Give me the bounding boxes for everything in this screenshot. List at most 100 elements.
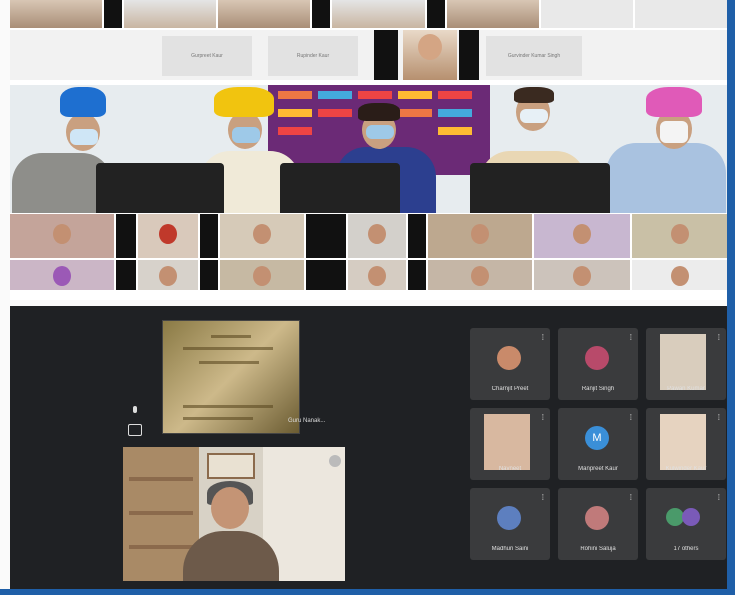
participant-tile[interactable]: ⁞ Kulwinder Kaur <box>646 408 726 480</box>
avatar <box>660 414 706 470</box>
turban <box>646 87 702 117</box>
participant-name: Ranjit Singh <box>581 386 615 392</box>
laptop <box>470 163 610 213</box>
mic-off-icon: ⁞ <box>541 413 544 422</box>
participant-thumbnail <box>220 214 304 258</box>
shared-screen[interactable] <box>162 320 300 434</box>
participant-thumbnail <box>10 260 114 290</box>
participant-thumbnail <box>10 214 114 258</box>
participant-tile[interactable]: ⁞ Navneet <box>470 408 550 480</box>
avatar <box>585 506 609 530</box>
thumbnail-divider <box>200 260 218 290</box>
participant-tile[interactable]: ⁞ Ranjit Singh <box>558 328 638 400</box>
participant-tiles: ⁞ Charnjit Preet ⁞ Ranjit Singh ⁞ Pawan … <box>470 328 727 568</box>
participant-name: Manpreet Kaur <box>578 466 618 472</box>
avatar <box>682 508 700 526</box>
participant-thumbnail <box>446 0 539 28</box>
thumbnail-divider <box>200 214 218 258</box>
video-meeting-view: Guru Nanak... ⁞ Charnjit Preet ⁞ Ranjit … <box>10 306 727 589</box>
participant-thumbnail <box>634 0 727 28</box>
participant-thumbnail <box>534 214 630 258</box>
participant-name: 17 others <box>673 546 699 552</box>
participant-thumbnail <box>218 0 311 28</box>
participant-name: Charnjit Preet <box>491 386 529 392</box>
more-options-icon[interactable] <box>329 455 341 467</box>
speaker-video[interactable] <box>123 447 345 581</box>
shared-screen-caption: Guru Nanak... <box>288 418 326 424</box>
face-mask <box>660 121 688 143</box>
participant-tile[interactable]: ⁞ Pawan Kumar <box>646 328 726 400</box>
mic-off-icon: ⁞ <box>629 333 632 342</box>
face-mask <box>232 127 260 143</box>
participant-thumbnail <box>124 0 217 28</box>
mic-off-icon: ⁞ <box>629 493 632 502</box>
avatar <box>660 334 706 390</box>
microphone-icon[interactable] <box>130 406 140 418</box>
thumbnail-divider <box>312 0 331 28</box>
avatar: M <box>585 426 609 450</box>
avatar <box>497 346 521 370</box>
mic-off-icon: ⁞ <box>541 333 544 342</box>
turban <box>60 87 106 117</box>
participant-thumbnail <box>428 214 532 258</box>
participant-thumbnail <box>332 0 425 28</box>
participant-thumbnail <box>534 260 630 290</box>
mic-off-icon: ⁞ <box>629 413 632 422</box>
hair <box>514 87 554 103</box>
participant-thumbnail <box>138 260 198 290</box>
participant-name: Rohini Saluja <box>580 546 616 552</box>
camera-icon[interactable] <box>128 424 142 436</box>
thumbnail-divider <box>306 214 346 258</box>
participant-video <box>403 30 457 80</box>
participant-name: Navneet <box>498 466 522 472</box>
face-mask <box>520 109 548 123</box>
avatar <box>585 346 609 370</box>
panelist <box>606 143 726 213</box>
participant-tile[interactable]: ⁞ Madhuri Saini <box>470 488 550 560</box>
avatar <box>497 506 521 530</box>
thumbnail-divider <box>306 260 346 290</box>
frame-border <box>0 589 735 595</box>
thumbnail-divider <box>408 214 426 258</box>
thumbnail-divider <box>459 30 479 80</box>
participant-strip-top <box>10 0 727 28</box>
hair <box>358 103 400 121</box>
mic-off-icon: ⁞ <box>717 413 720 422</box>
participant-grid <box>10 214 727 294</box>
name-tile: Gurpreet Kaur <box>162 36 252 76</box>
name-tile: Gurvinder Kumar Singh <box>486 36 582 76</box>
participant-tile[interactable]: ⁞ Charnjit Preet <box>470 328 550 400</box>
panel-photo <box>10 85 727 213</box>
participant-thumbnail <box>540 0 633 28</box>
thumbnail-divider <box>104 0 123 28</box>
participant-thumbnail <box>632 260 727 290</box>
participant-thumbnail <box>348 214 406 258</box>
participant-thumbnail <box>10 0 103 28</box>
mic-off-icon: ⁞ <box>717 493 720 502</box>
participant-thumbnail <box>632 214 727 258</box>
participant-tile[interactable]: ⁞ M Manpreet Kaur <box>558 408 638 480</box>
frame-border <box>727 0 735 595</box>
participant-name: Kulwinder Kaur <box>665 466 707 472</box>
participant-thumbnail <box>138 214 198 258</box>
participant-tile[interactable]: ⁞ Rohini Saluja <box>558 488 638 560</box>
participant-name: Madhuri Saini <box>491 546 529 552</box>
participant-thumbnail <box>220 260 304 290</box>
mic-off-icon: ⁞ <box>541 493 544 502</box>
name-tile: Rupinder Kaur <box>268 36 358 76</box>
face-mask <box>70 129 98 145</box>
participant-thumbnail <box>348 260 406 290</box>
top-collage: Gurpreet Kaur Rupinder Kaur Gurvinder Ku… <box>10 0 727 300</box>
others-tile[interactable]: ⁞ 17 others <box>646 488 726 560</box>
face-mask <box>366 125 394 139</box>
screenshot-frame: Gurpreet Kaur Rupinder Kaur Gurvinder Ku… <box>0 0 735 595</box>
avatar <box>484 414 530 470</box>
thumbnail-divider <box>408 260 426 290</box>
participant-thumbnail <box>428 260 532 290</box>
participant-name: Pawan Kumar <box>667 386 705 392</box>
thumbnail-divider <box>374 30 398 80</box>
mic-off-icon: ⁞ <box>717 333 720 342</box>
thumbnail-divider <box>116 214 136 258</box>
participant-strip-names: Gurpreet Kaur Rupinder Kaur Gurvinder Ku… <box>10 30 727 80</box>
thumbnail-divider <box>116 260 136 290</box>
